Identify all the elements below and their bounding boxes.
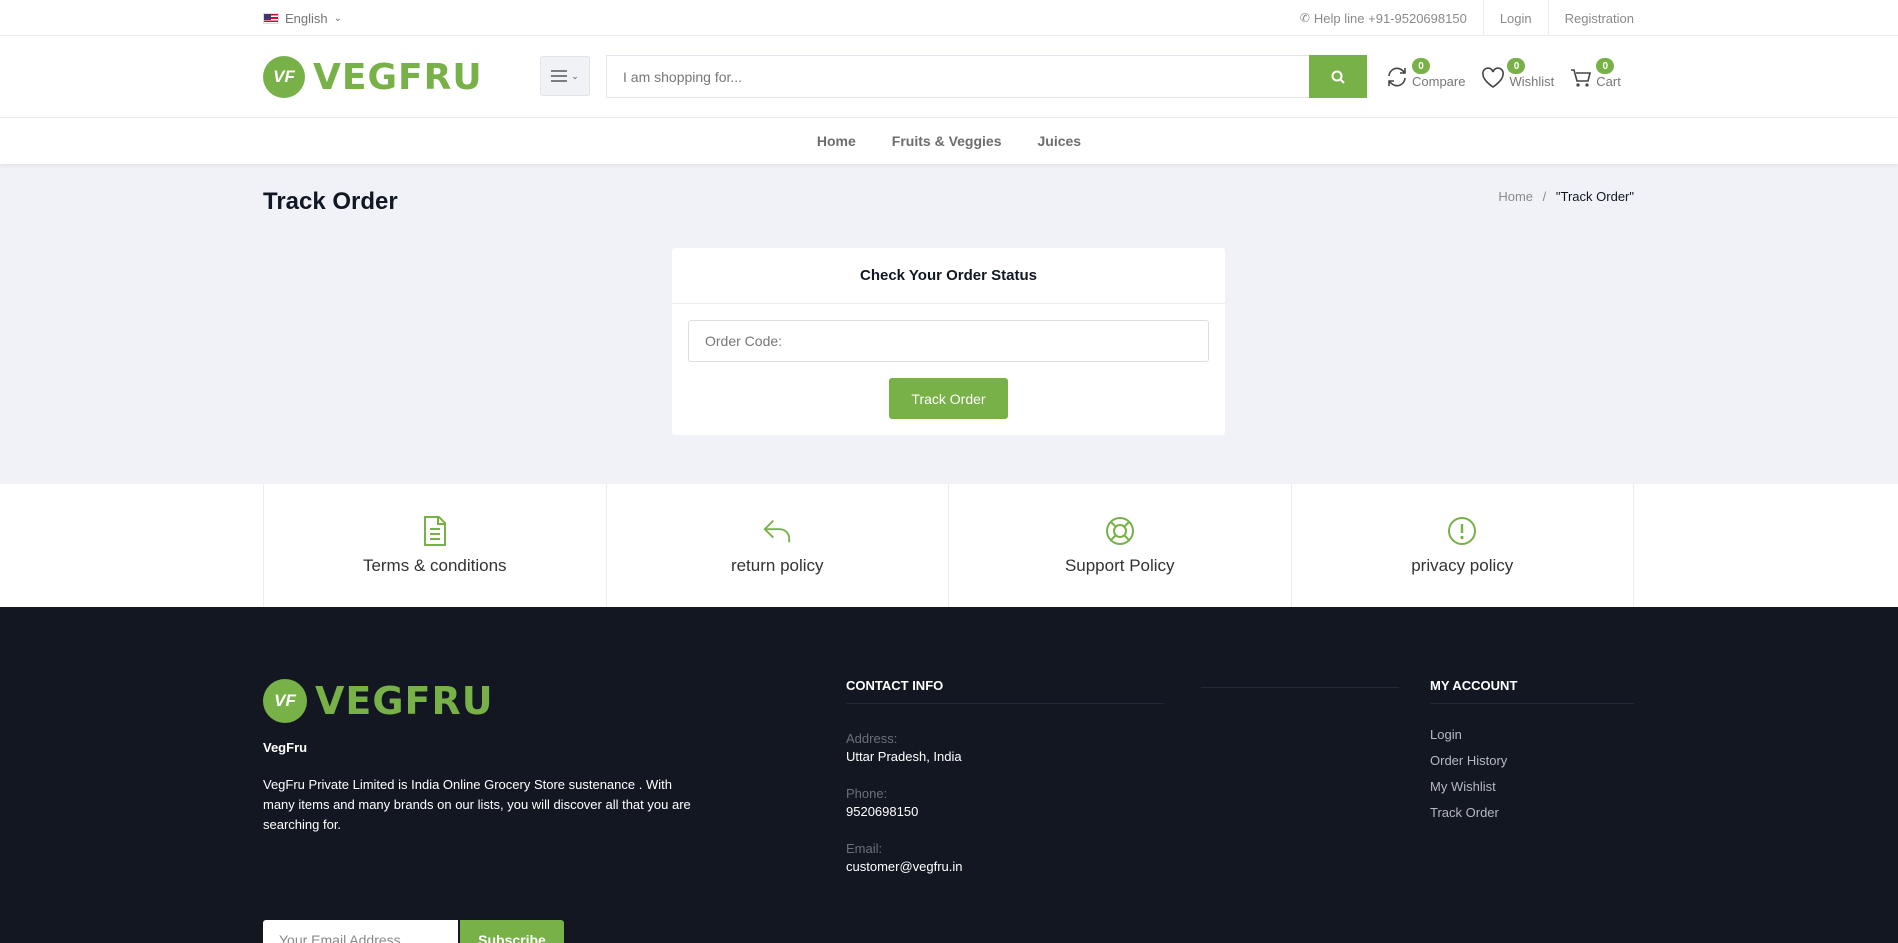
policy-label: return policy (730, 555, 824, 575)
nav-item-juices[interactable]: Juices (1038, 133, 1082, 149)
us-flag-icon (263, 12, 279, 24)
policy-privacy[interactable]: privacy policy (1292, 484, 1634, 607)
footer-company-name: VegFru (263, 740, 308, 755)
logo-text: VEGFRU (315, 679, 494, 723)
chevron-down-icon: ⌄ (571, 70, 579, 81)
helpline-text: Help line +91-9520698150 (1313, 10, 1467, 26)
account-link-wishlist[interactable]: My Wishlist (1430, 779, 1634, 794)
chevron-down-icon: ⌄ (333, 12, 343, 24)
search-input[interactable] (606, 55, 1309, 98)
login-link[interactable]: Login (1482, 0, 1548, 36)
newsletter-form: Subscribe (263, 920, 564, 943)
address-value: Uttar Pradesh, India (846, 749, 962, 764)
footer-description: VegFru Private Limited is India Online G… (263, 777, 691, 832)
search-bar (606, 55, 1367, 98)
card-title: Check Your Order Status (672, 248, 1225, 304)
document-icon (420, 515, 450, 546)
order-code-input[interactable] (688, 320, 1209, 362)
cart-icon (1571, 69, 1592, 87)
breadcrumb: Home / "Track Order" (1498, 189, 1634, 204)
heart-icon (1482, 67, 1505, 88)
phone-value: 9520698150 (846, 804, 919, 819)
contact-title: CONTACT INFO (846, 678, 1164, 704)
wishlist-count-badge: 0 (1507, 58, 1526, 74)
newsletter-email-input[interactable] (263, 920, 458, 943)
policy-return[interactable]: return policy (607, 484, 949, 607)
account-link-login[interactable]: Login (1430, 727, 1634, 742)
logo-mark: VF (263, 56, 305, 98)
account-link-track-order[interactable]: Track Order (1430, 805, 1634, 820)
search-button[interactable] (1309, 55, 1367, 98)
breadcrumb-current: "Track Order" (1555, 189, 1634, 204)
compare-icon (1388, 67, 1406, 87)
logo-mark: VF (263, 679, 307, 723)
address-label: Address: (846, 731, 898, 746)
phone-label: Phone: (846, 786, 888, 801)
language-label: English (285, 10, 328, 26)
language-selector[interactable]: English ⌄ (263, 11, 342, 26)
logo-text: VEGFRU (313, 56, 483, 98)
subscribe-button[interactable]: Subscribe (460, 920, 564, 943)
top-bar: English ⌄ ✆ Help line +91-9520698150 Log… (0, 0, 1898, 36)
track-order-button[interactable]: Track Order (889, 378, 1008, 419)
footer-logo[interactable]: VF VEGFRU (263, 679, 494, 723)
email-label: Email: (846, 841, 883, 856)
policies-row: Terms & conditions return policy Support… (263, 484, 1634, 607)
wishlist-link[interactable]: 0 Wishlist (1481, 58, 1555, 89)
account-title: MY ACCOUNT (1430, 678, 1634, 704)
policy-label: Support Policy (1064, 555, 1175, 575)
exclamation-circle-icon (1447, 516, 1477, 546)
main-content: Track Order Home / "Track Order" Check Y… (0, 164, 1898, 484)
footer-my-account: MY ACCOUNT Login Order History My Wishli… (1430, 678, 1634, 831)
helpline: ✆ Help line +91-9520698150 (1284, 0, 1483, 36)
policy-label: Terms & conditions (362, 555, 507, 575)
breadcrumb-separator: / (1542, 189, 1547, 204)
policy-label: privacy policy (1411, 555, 1514, 575)
breadcrumb-home[interactable]: Home (1498, 189, 1533, 204)
policy-support[interactable]: Support Policy (949, 484, 1292, 607)
footer-divider (1201, 687, 1399, 688)
nav-item-home[interactable]: Home (817, 133, 856, 149)
phone-icon: ✆ (1299, 11, 1310, 25)
site-footer: VF VEGFRU VegFru VegFru Private Limited … (0, 607, 1898, 943)
site-header: VF VEGFRU ⌄ 0 Compare 0 Wishlist 0 Cart (0, 36, 1898, 118)
wishlist-label: Wishlist (1509, 74, 1555, 89)
compare-link[interactable]: 0 Compare (1386, 58, 1466, 89)
page-title: Track Order (263, 188, 398, 215)
main-nav: Home Fruits & Veggies Juices (0, 118, 1898, 164)
nav-item-fruits-veggies[interactable]: Fruits & Veggies (892, 133, 1002, 149)
hamburger-icon (551, 70, 568, 82)
site-logo[interactable]: VF VEGFRU (263, 56, 483, 98)
registration-link[interactable]: Registration (1547, 0, 1634, 36)
compare-label: Compare (1412, 74, 1466, 89)
footer-contact-info: CONTACT INFO Address: Uttar Pradesh, Ind… (846, 678, 1164, 874)
policy-terms[interactable]: Terms & conditions (264, 484, 607, 607)
email-value[interactable]: customer@vegfru.in (846, 859, 1164, 874)
account-link-order-history[interactable]: Order History (1430, 753, 1634, 768)
cart-link[interactable]: 0 Cart (1570, 58, 1621, 89)
track-order-card: Check Your Order Status Track Order (672, 248, 1225, 435)
search-icon (1331, 70, 1345, 84)
category-menu-button[interactable]: ⌄ (540, 56, 590, 96)
lifebuoy-icon (1105, 516, 1135, 546)
reply-arrow-icon (762, 516, 792, 546)
cart-count-badge: 0 (1596, 58, 1615, 74)
compare-count-badge: 0 (1412, 58, 1430, 74)
cart-label: Cart (1596, 74, 1621, 89)
